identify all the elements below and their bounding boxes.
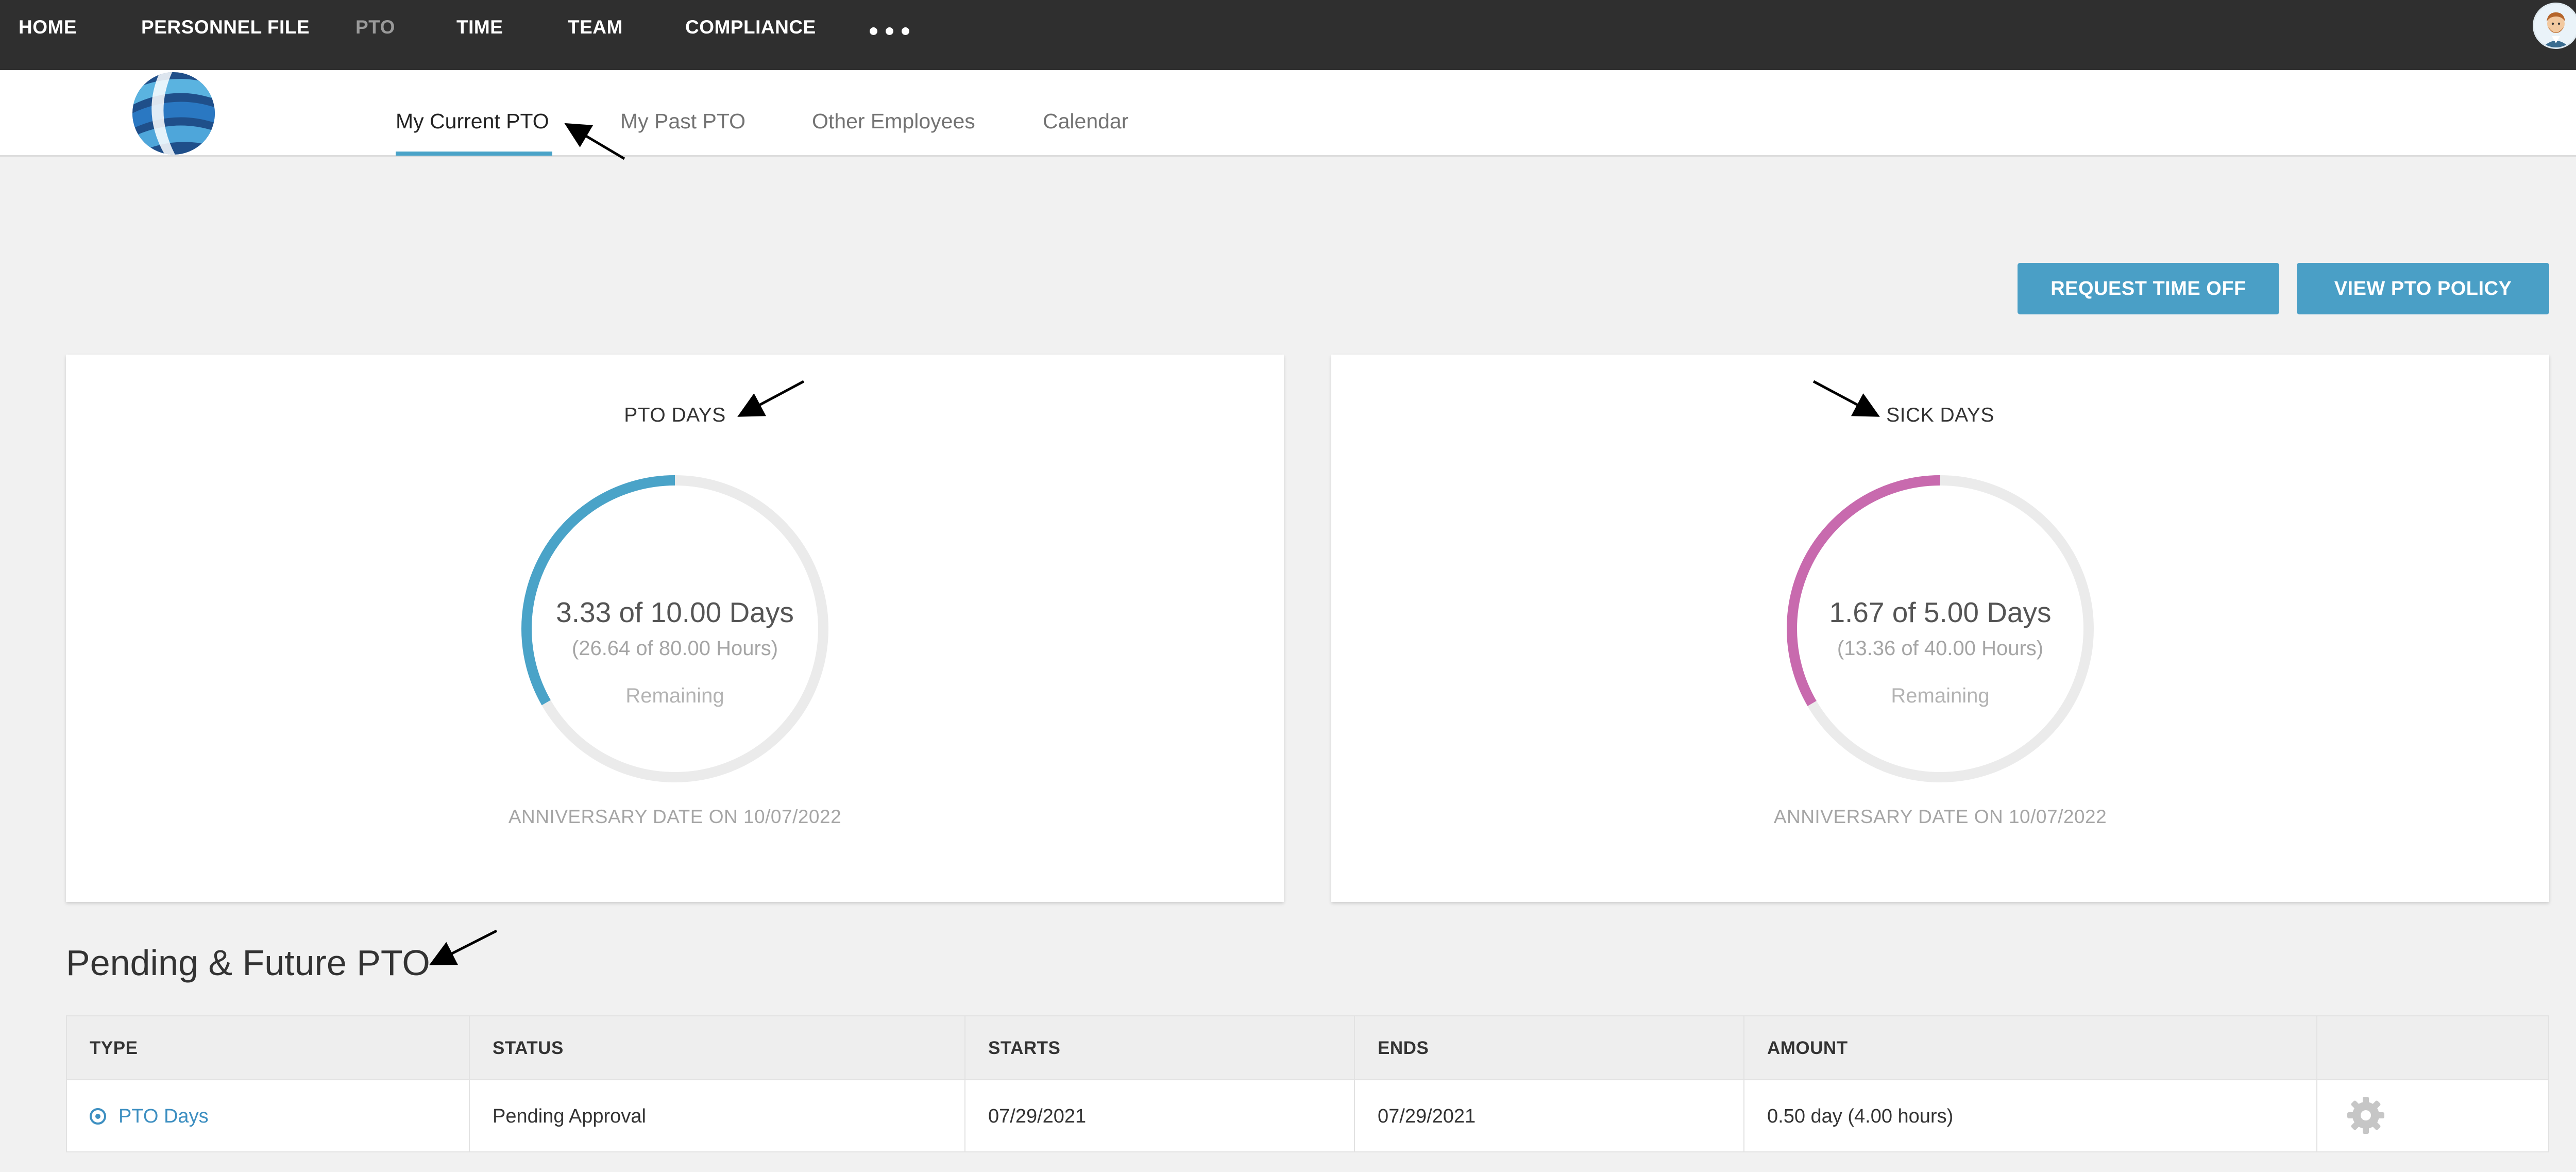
annotation-arrow (429, 929, 498, 965)
nav-item-pto[interactable]: PTO (355, 0, 395, 55)
tab-my-current-pto[interactable]: My Current PTO (396, 108, 549, 134)
tab-my-past-pto[interactable]: My Past PTO (620, 108, 745, 134)
pto-days-value: 3.33 of 10.00 Days (556, 596, 794, 628)
pto-anniversary-date: ANNIVERSARY DATE ON 10/07/2022 (508, 806, 842, 827)
sick-days-value: 1.67 of 5.00 Days (1829, 596, 2052, 628)
sick-days-card: SICK DAYS 1.67 of 5.00 Days (13.36 of 40… (1331, 355, 2549, 902)
company-logo (130, 70, 217, 157)
nav-item-home[interactable]: HOME (19, 0, 77, 55)
nav-item-personnel-file[interactable]: PERSONNEL FILE (141, 0, 310, 55)
user-avatar-icon[interactable] (2533, 3, 2576, 49)
row-starts: 07/29/2021 (988, 1106, 1087, 1127)
nav-item-compliance[interactable]: COMPLIANCE (685, 0, 816, 55)
pto-hours-value: (26.64 of 80.00 Hours) (571, 637, 778, 660)
column-header-starts: STARTS (988, 1038, 1061, 1058)
gear-icon[interactable] (2346, 1096, 2385, 1135)
row-amount: 0.50 day (4.00 hours) (1767, 1106, 1954, 1127)
sick-anniversary-date: ANNIVERSARY DATE ON 10/07/2022 (1773, 806, 2107, 827)
sub-nav-bar: My Current PTO My Past PTO Other Employe… (0, 70, 2576, 157)
column-divider (2316, 1016, 2317, 1152)
sick-hours-value: (13.36 of 40.00 Hours) (1837, 637, 2044, 660)
pto-remaining-label: Remaining (625, 684, 724, 707)
row-status: Pending Approval (493, 1106, 646, 1127)
column-divider (1743, 1016, 1744, 1152)
row-ends: 07/29/2021 (1378, 1106, 1476, 1127)
column-header-status: STATUS (493, 1038, 564, 1058)
pending-future-pto-title: Pending & Future PTO (66, 943, 430, 983)
active-tab-indicator (396, 152, 552, 156)
column-header-type: TYPE (90, 1038, 138, 1058)
top-nav-bar: HOME PERSONNEL FILE PTO TIME TEAM COMPLI… (0, 0, 2576, 70)
row-radio-icon[interactable] (90, 1108, 106, 1125)
sick-days-gauge (1787, 475, 2094, 782)
row-type-link[interactable]: PTO Days (118, 1080, 209, 1152)
column-header-ends: ENDS (1378, 1038, 1429, 1058)
pending-pto-table: TYPE STATUS STARTS ENDS AMOUNT PTO Days … (66, 1015, 2549, 1152)
nav-item-team[interactable]: TEAM (568, 0, 623, 55)
sick-days-title: SICK DAYS (1886, 404, 1994, 426)
pto-days-card: PTO DAYS 3.33 of 10.00 Days (26.64 of 80… (66, 355, 1284, 902)
column-divider (1354, 1016, 1355, 1152)
column-divider (964, 1016, 965, 1152)
column-header-amount: AMOUNT (1767, 1038, 1848, 1058)
tab-other-employees[interactable]: Other Employees (812, 108, 975, 134)
pto-days-gauge (521, 475, 828, 782)
sick-remaining-label: Remaining (1891, 684, 1990, 707)
view-pto-policy-button[interactable]: VIEW PTO POLICY (2297, 263, 2549, 314)
tab-calendar[interactable]: Calendar (1043, 108, 1128, 134)
nav-item-time[interactable]: TIME (456, 0, 503, 55)
request-time-off-button[interactable]: REQUEST TIME OFF (2018, 263, 2279, 314)
pto-days-title: PTO DAYS (624, 404, 726, 426)
more-dots-icon[interactable] (870, 21, 921, 41)
table-header-row: TYPE STATUS STARTS ENDS AMOUNT (67, 1016, 2548, 1080)
column-divider (469, 1016, 470, 1152)
